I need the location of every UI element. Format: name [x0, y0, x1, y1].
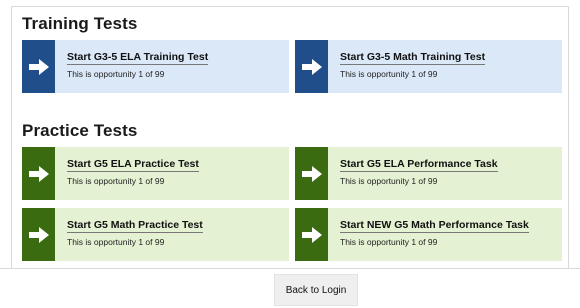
tile-label[interactable]: Start G5 ELA Practice Test: [67, 158, 199, 172]
opportunity-text: This is opportunity 1 of 99: [67, 237, 165, 247]
start-g3-5-math-training-test-tile[interactable]: Start G3-5 Math Training Test This is op…: [295, 40, 562, 93]
practice-tests-heading: Practice Tests: [22, 121, 138, 140]
training-tests-heading: Training Tests: [22, 14, 138, 33]
back-to-login-button[interactable]: Back to Login: [274, 274, 358, 306]
opportunity-text: This is opportunity 1 of 99: [67, 69, 165, 79]
start-g5-ela-performance-task-tile[interactable]: Start G5 ELA Performance Task This is op…: [295, 147, 562, 200]
start-g5-math-practice-test-tile[interactable]: Start G5 Math Practice Test This is oppo…: [22, 208, 289, 261]
tile-label[interactable]: Start NEW G5 Math Performance Task: [340, 219, 529, 233]
start-new-g5-math-performance-task-tile[interactable]: Start NEW G5 Math Performance Task This …: [295, 208, 562, 261]
tile-label[interactable]: Start G3-5 Math Training Test: [340, 51, 486, 65]
arrow-right-icon: [22, 147, 55, 200]
training-tests-grid: Start G3-5 ELA Training Test This is opp…: [22, 40, 574, 93]
footer-divider: [0, 268, 580, 269]
tile-label[interactable]: Start G5 Math Practice Test: [67, 219, 203, 233]
practice-tests-grid: Start G5 ELA Practice Test This is oppor…: [22, 147, 574, 261]
opportunity-text: This is opportunity 1 of 99: [67, 176, 165, 186]
opportunity-text: This is opportunity 1 of 99: [340, 237, 438, 247]
arrow-right-icon: [295, 40, 328, 93]
tile-label[interactable]: Start G5 ELA Performance Task: [340, 158, 498, 172]
opportunity-text: This is opportunity 1 of 99: [340, 176, 438, 186]
arrow-right-icon: [295, 147, 328, 200]
start-g3-5-ela-training-test-tile[interactable]: Start G3-5 ELA Training Test This is opp…: [22, 40, 289, 93]
arrow-right-icon: [295, 208, 328, 261]
tile-label[interactable]: Start G3-5 ELA Training Test: [67, 51, 209, 65]
opportunity-text: This is opportunity 1 of 99: [340, 69, 438, 79]
arrow-right-icon: [22, 208, 55, 261]
start-g5-ela-practice-test-tile[interactable]: Start G5 ELA Practice Test This is oppor…: [22, 147, 289, 200]
arrow-right-icon: [22, 40, 55, 93]
